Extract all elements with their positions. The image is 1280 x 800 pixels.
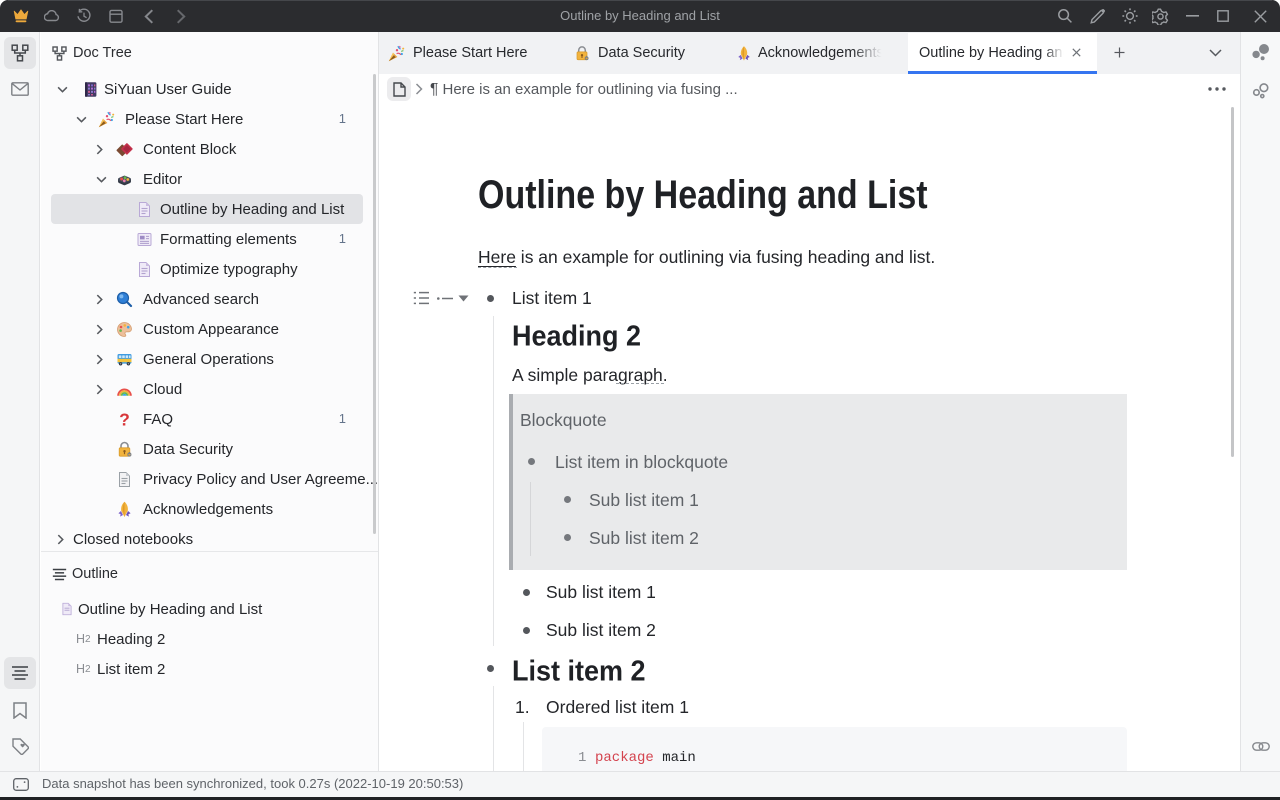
svg-text:?: ? xyxy=(119,411,130,428)
